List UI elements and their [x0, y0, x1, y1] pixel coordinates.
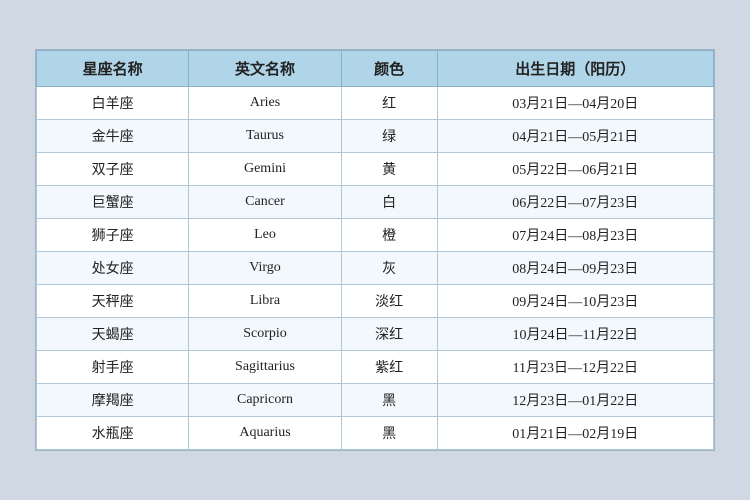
cell-chinese-name: 处女座: [37, 252, 189, 285]
cell-chinese-name: 巨蟹座: [37, 186, 189, 219]
cell-dates: 10月24日—11月22日: [437, 318, 713, 351]
cell-dates: 06月22日—07月23日: [437, 186, 713, 219]
cell-english-name: Virgo: [189, 252, 341, 285]
cell-color: 淡红: [341, 285, 437, 318]
cell-color: 绿: [341, 120, 437, 153]
header-english-name: 英文名称: [189, 51, 341, 87]
table-row: 狮子座Leo橙07月24日—08月23日: [37, 219, 714, 252]
cell-english-name: Aries: [189, 87, 341, 120]
cell-english-name: Capricorn: [189, 384, 341, 417]
table-row: 天蝎座Scorpio深红10月24日—11月22日: [37, 318, 714, 351]
cell-english-name: Scorpio: [189, 318, 341, 351]
cell-dates: 04月21日—05月21日: [437, 120, 713, 153]
cell-color: 黄: [341, 153, 437, 186]
cell-color: 紫红: [341, 351, 437, 384]
cell-english-name: Libra: [189, 285, 341, 318]
cell-color: 灰: [341, 252, 437, 285]
cell-chinese-name: 射手座: [37, 351, 189, 384]
cell-dates: 01月21日—02月19日: [437, 417, 713, 450]
cell-dates: 09月24日—10月23日: [437, 285, 713, 318]
cell-english-name: Taurus: [189, 120, 341, 153]
zodiac-table: 星座名称 英文名称 颜色 出生日期（阳历） 白羊座Aries红03月21日—04…: [36, 50, 714, 450]
cell-color: 白: [341, 186, 437, 219]
cell-english-name: Cancer: [189, 186, 341, 219]
cell-dates: 12月23日—01月22日: [437, 384, 713, 417]
table-body: 白羊座Aries红03月21日—04月20日金牛座Taurus绿04月21日—0…: [37, 87, 714, 450]
cell-color: 黑: [341, 384, 437, 417]
cell-chinese-name: 狮子座: [37, 219, 189, 252]
cell-dates: 08月24日—09月23日: [437, 252, 713, 285]
cell-color: 深红: [341, 318, 437, 351]
cell-chinese-name: 天秤座: [37, 285, 189, 318]
header-dates: 出生日期（阳历）: [437, 51, 713, 87]
cell-chinese-name: 水瓶座: [37, 417, 189, 450]
cell-chinese-name: 金牛座: [37, 120, 189, 153]
cell-dates: 11月23日—12月22日: [437, 351, 713, 384]
table-row: 白羊座Aries红03月21日—04月20日: [37, 87, 714, 120]
cell-chinese-name: 摩羯座: [37, 384, 189, 417]
cell-color: 红: [341, 87, 437, 120]
zodiac-table-container: 星座名称 英文名称 颜色 出生日期（阳历） 白羊座Aries红03月21日—04…: [35, 49, 715, 451]
table-row: 水瓶座Aquarius黑01月21日—02月19日: [37, 417, 714, 450]
table-row: 双子座Gemini黄05月22日—06月21日: [37, 153, 714, 186]
cell-chinese-name: 双子座: [37, 153, 189, 186]
table-row: 摩羯座Capricorn黑12月23日—01月22日: [37, 384, 714, 417]
cell-chinese-name: 白羊座: [37, 87, 189, 120]
cell-dates: 05月22日—06月21日: [437, 153, 713, 186]
header-chinese-name: 星座名称: [37, 51, 189, 87]
cell-english-name: Aquarius: [189, 417, 341, 450]
cell-dates: 03月21日—04月20日: [437, 87, 713, 120]
table-row: 射手座Sagittarius紫红11月23日—12月22日: [37, 351, 714, 384]
cell-chinese-name: 天蝎座: [37, 318, 189, 351]
table-row: 巨蟹座Cancer白06月22日—07月23日: [37, 186, 714, 219]
cell-color: 橙: [341, 219, 437, 252]
cell-dates: 07月24日—08月23日: [437, 219, 713, 252]
table-row: 处女座Virgo灰08月24日—09月23日: [37, 252, 714, 285]
cell-color: 黑: [341, 417, 437, 450]
table-header-row: 星座名称 英文名称 颜色 出生日期（阳历）: [37, 51, 714, 87]
table-row: 天秤座Libra淡红09月24日—10月23日: [37, 285, 714, 318]
cell-english-name: Leo: [189, 219, 341, 252]
cell-english-name: Sagittarius: [189, 351, 341, 384]
header-color: 颜色: [341, 51, 437, 87]
cell-english-name: Gemini: [189, 153, 341, 186]
table-row: 金牛座Taurus绿04月21日—05月21日: [37, 120, 714, 153]
